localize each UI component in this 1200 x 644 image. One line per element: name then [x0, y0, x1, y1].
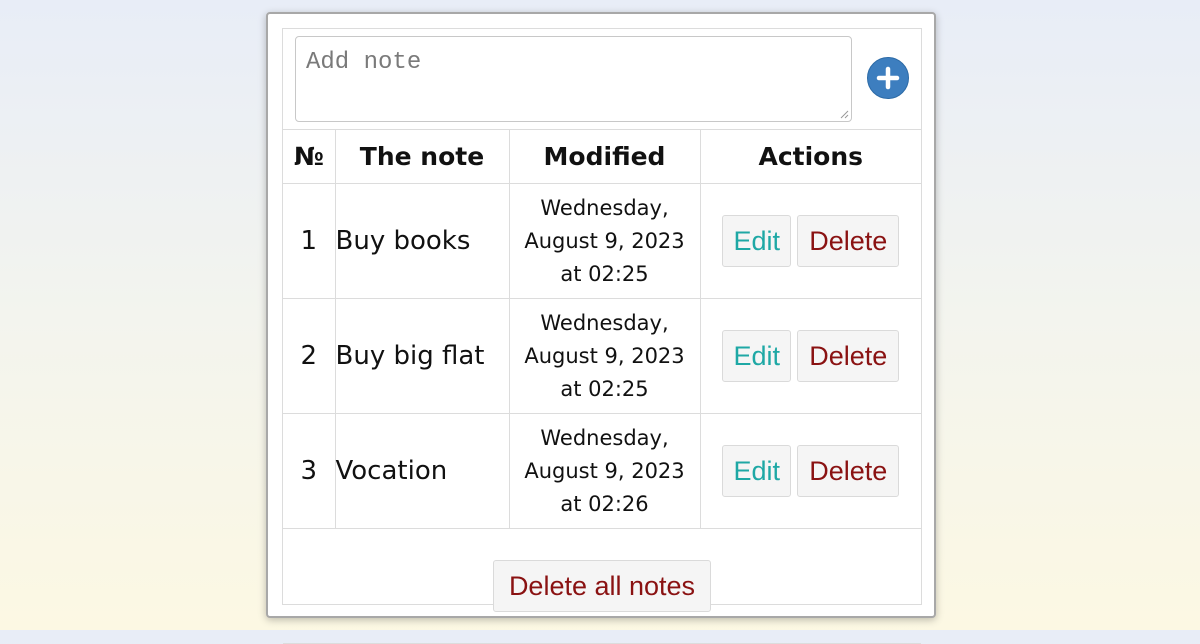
modified-day: Wednesday, — [540, 310, 669, 335]
notes-table: № The note Modified Actions 1 Buy books … — [283, 129, 921, 644]
row-note-text: Buy books — [335, 183, 510, 299]
add-note-area — [283, 29, 921, 130]
row-number: 3 — [283, 413, 336, 529]
modified-day: Wednesday, — [540, 195, 669, 220]
row-actions: Edit Delete — [700, 298, 921, 414]
modified-date: August 9, 2023 — [524, 458, 685, 483]
modified-time: at 02:26 — [560, 491, 649, 516]
table-row: 1 Buy books Wednesday, August 9, 2023 at… — [283, 183, 921, 299]
row-actions: Edit Delete — [700, 183, 921, 299]
modified-date: August 9, 2023 — [524, 228, 685, 253]
modified-date: August 9, 2023 — [524, 343, 685, 368]
header-modified: Modified — [509, 129, 701, 184]
edit-button[interactable]: Edit — [722, 330, 792, 382]
footer-cell: Delete all notes — [283, 528, 921, 644]
modified-day: Wednesday, — [540, 425, 669, 450]
table-header-row: № The note Modified Actions — [283, 129, 921, 184]
delete-button[interactable]: Delete — [797, 215, 900, 267]
header-note: The note — [335, 129, 510, 184]
row-modified: Wednesday, August 9, 2023 at 02:25 — [509, 183, 701, 299]
modified-time: at 02:25 — [560, 261, 649, 286]
notes-panel: № The note Modified Actions 1 Buy books … — [282, 28, 922, 644]
edit-button[interactable]: Edit — [722, 215, 792, 267]
delete-button[interactable]: Delete — [797, 330, 900, 382]
delete-all-notes-button[interactable]: Delete all notes — [493, 560, 711, 612]
delete-button[interactable]: Delete — [797, 445, 900, 497]
row-note-text: Buy big flat — [335, 298, 510, 414]
row-actions: Edit Delete — [700, 413, 921, 529]
row-modified: Wednesday, August 9, 2023 at 02:25 — [509, 298, 701, 414]
header-number: № — [283, 129, 336, 184]
row-note-text: Vocation — [335, 413, 510, 529]
row-number: 2 — [283, 298, 336, 414]
header-actions: Actions — [700, 129, 921, 184]
table-row: 2 Buy big flat Wednesday, August 9, 2023… — [283, 298, 921, 414]
add-note-button[interactable] — [867, 57, 909, 99]
plus-icon — [876, 66, 900, 90]
table-footer-row: Delete all notes — [283, 528, 921, 644]
add-note-input[interactable] — [295, 36, 852, 122]
resize-grip-icon[interactable] — [839, 109, 849, 119]
notes-card: № The note Modified Actions 1 Buy books … — [266, 12, 936, 644]
modified-time: at 02:25 — [560, 376, 649, 401]
row-modified: Wednesday, August 9, 2023 at 02:26 — [509, 413, 701, 529]
edit-button[interactable]: Edit — [722, 445, 792, 497]
row-number: 1 — [283, 183, 336, 299]
table-row: 3 Vocation Wednesday, August 9, 2023 at … — [283, 413, 921, 529]
